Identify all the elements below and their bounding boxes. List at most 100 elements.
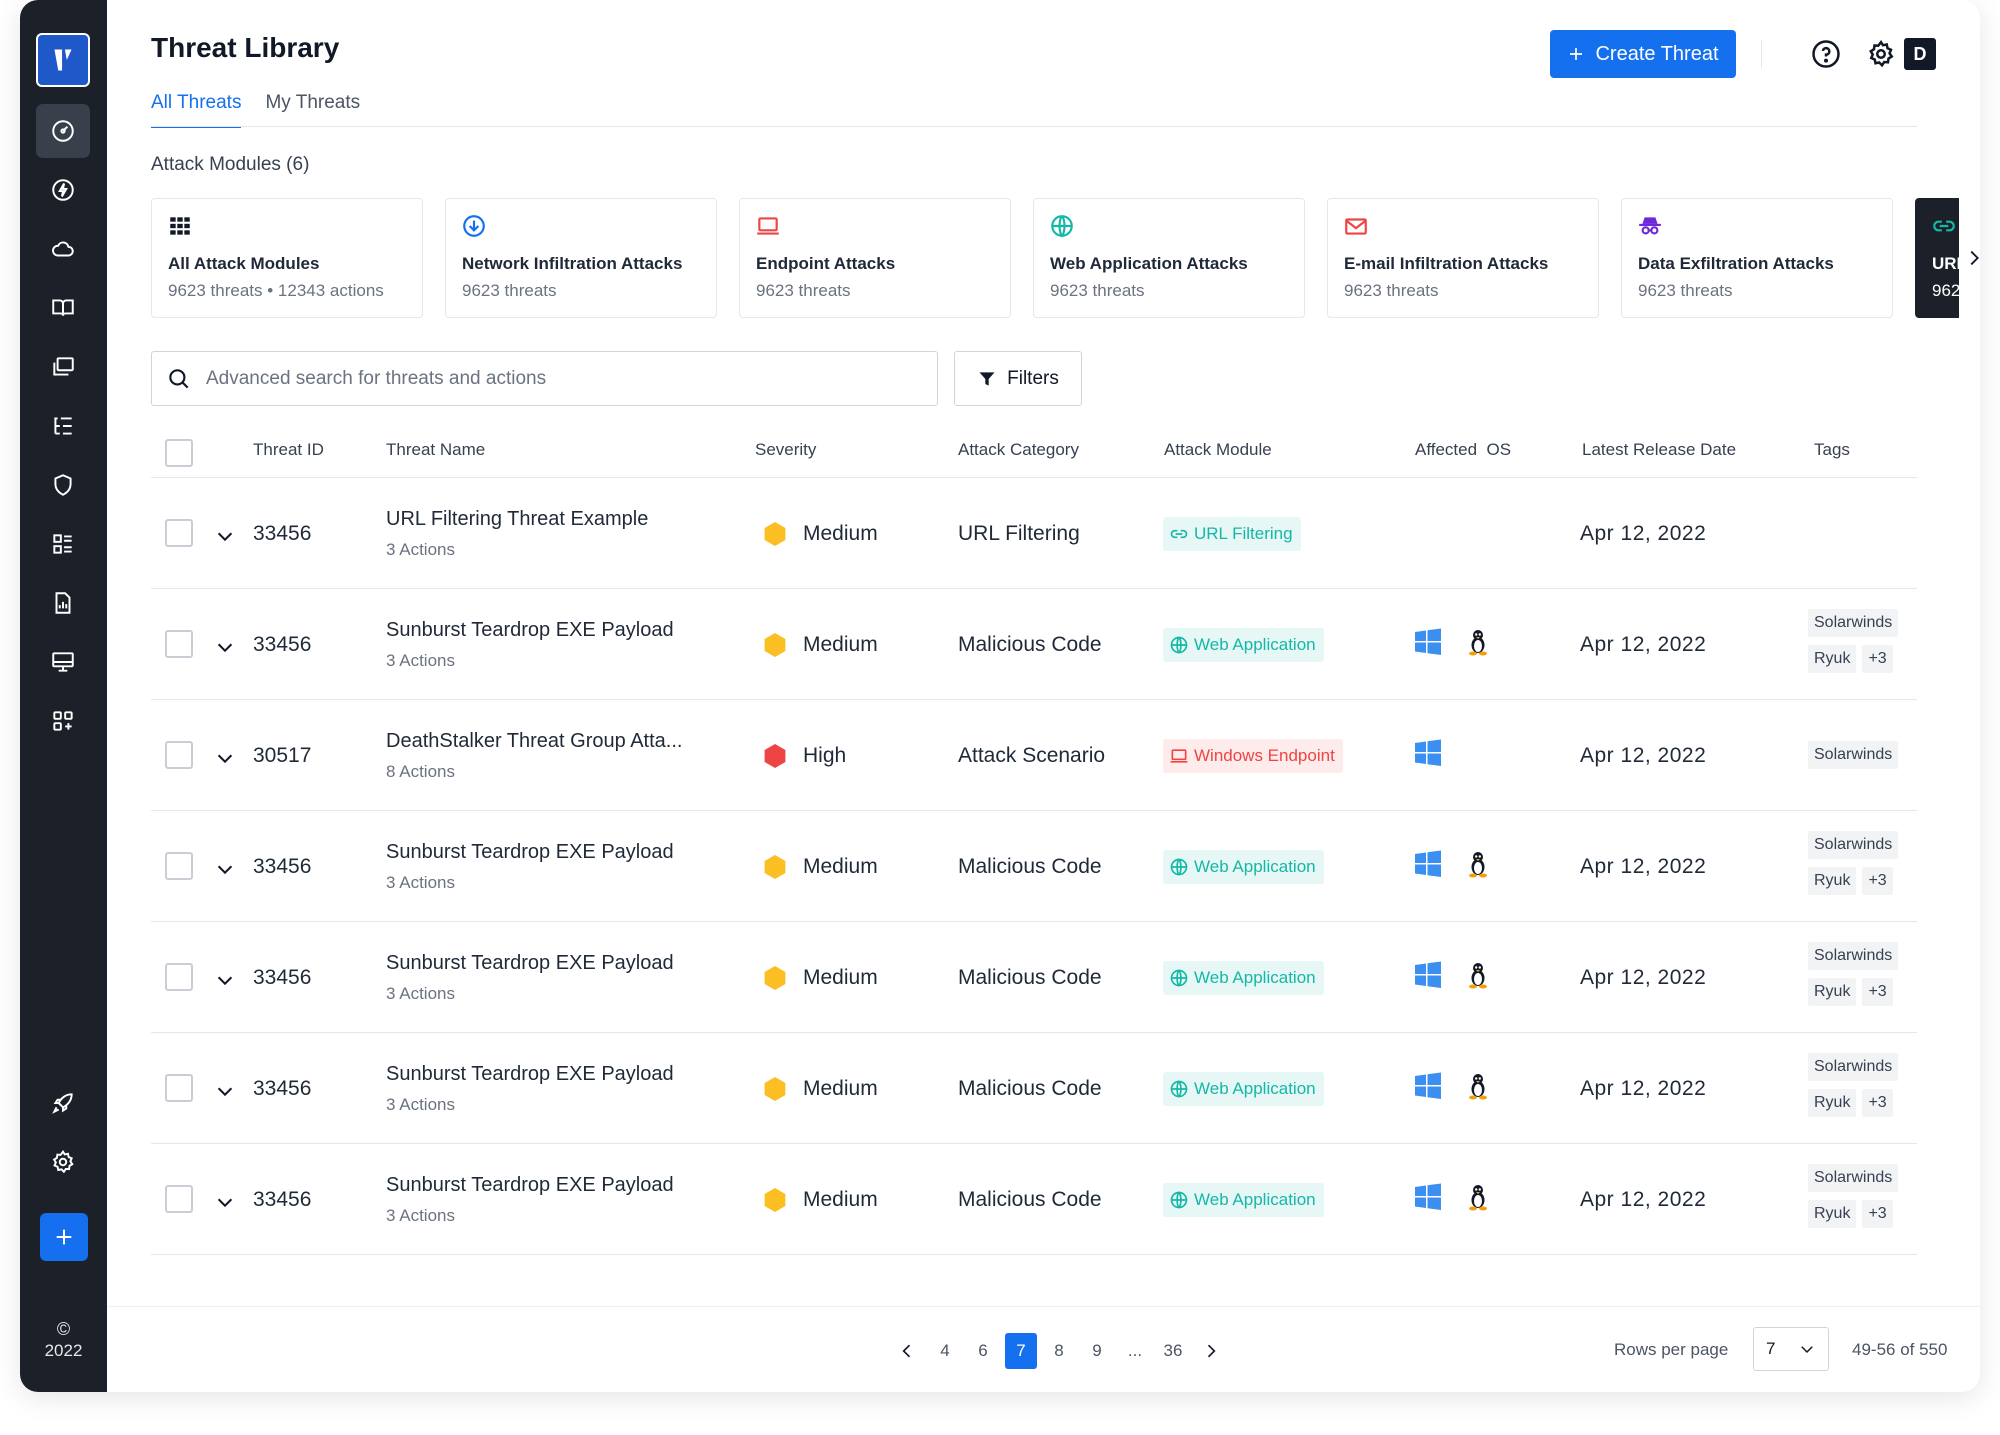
- row-checkbox[interactable]: [165, 852, 193, 880]
- search-input[interactable]: [206, 367, 906, 390]
- attack-module-badge[interactable]: Web Application: [1163, 1072, 1324, 1106]
- next-page-button[interactable]: [1192, 1333, 1230, 1369]
- tag[interactable]: Solarwinds: [1808, 942, 1899, 970]
- table-row[interactable]: 30517 DeathStalker Threat Group Atta... 8 …: [151, 700, 1917, 811]
- sidebar-item-apps[interactable]: [36, 694, 90, 748]
- page-number[interactable]: 36: [1154, 1333, 1192, 1369]
- tab-all-threats[interactable]: All Threats: [151, 90, 242, 128]
- module-card-network[interactable]: Network Infiltration Attacks 9623 threat…: [445, 198, 717, 318]
- module-card-url-filtering[interactable]: URL Filtering 9623 threats: [1915, 198, 1959, 318]
- more-tags[interactable]: +3: [1862, 978, 1893, 1006]
- tag[interactable]: Solarwinds: [1808, 831, 1899, 859]
- more-tags[interactable]: +3: [1862, 867, 1893, 895]
- column-header[interactable]: Tags: [1814, 440, 1850, 460]
- tag[interactable]: Ryuk: [1808, 978, 1857, 1006]
- create-threat-button[interactable]: Create Threat: [1550, 30, 1736, 78]
- tab-my-threats[interactable]: My Threats: [265, 90, 360, 128]
- module-card-endpoint[interactable]: Endpoint Attacks 9623 threats: [739, 198, 1011, 318]
- column-header[interactable]: Attack Category: [958, 440, 1079, 460]
- page-number[interactable]: 9: [1078, 1333, 1116, 1369]
- tag[interactable]: Solarwinds: [1808, 1164, 1899, 1192]
- threat-name[interactable]: DeathStalker Threat Group Atta...: [386, 730, 682, 753]
- column-header[interactable]: Affected OS: [1415, 440, 1511, 460]
- chevron-down-icon[interactable]: [214, 969, 236, 991]
- column-header[interactable]: Attack Module: [1164, 440, 1272, 460]
- row-checkbox[interactable]: [165, 519, 193, 547]
- column-header[interactable]: Threat ID: [253, 440, 324, 460]
- sidebar-item-activity[interactable]: [36, 163, 90, 217]
- attack-module-badge[interactable]: Web Application: [1163, 628, 1324, 662]
- sidebar-item-library[interactable]: [36, 281, 90, 335]
- page-number[interactable]: 8: [1040, 1333, 1078, 1369]
- table-row[interactable]: 33456 Sunburst Teardrop EXE Payload 3 Acti…: [151, 811, 1917, 922]
- help-button[interactable]: [1810, 38, 1842, 70]
- row-checkbox[interactable]: [165, 1185, 193, 1213]
- attack-module-badge[interactable]: Windows Endpoint: [1163, 739, 1343, 773]
- sidebar-item-dashboard[interactable]: [36, 104, 90, 158]
- module-card-web[interactable]: Web Application Attacks 9623 threats: [1033, 198, 1305, 318]
- sidebar-item-modules[interactable]: [36, 517, 90, 571]
- attack-module-badge[interactable]: Web Application: [1163, 1183, 1324, 1217]
- row-checkbox[interactable]: [165, 741, 193, 769]
- module-card-all[interactable]: All Attack Modules 9623 threats • 12343 …: [151, 198, 423, 318]
- rows-per-page-select[interactable]: 7: [1753, 1327, 1829, 1371]
- attack-module-badge[interactable]: Web Application: [1163, 850, 1324, 884]
- row-checkbox[interactable]: [165, 963, 193, 991]
- settings-button[interactable]: [1865, 38, 1897, 70]
- attack-module-badge[interactable]: Web Application: [1163, 961, 1324, 995]
- sidebar-item-reports[interactable]: [36, 576, 90, 630]
- threat-name[interactable]: Sunburst Teardrop EXE Payload: [386, 1174, 674, 1197]
- tag[interactable]: Ryuk: [1808, 867, 1857, 895]
- threat-name[interactable]: Sunburst Teardrop EXE Payload: [386, 952, 674, 975]
- sidebar-item-security[interactable]: [36, 458, 90, 512]
- threat-name[interactable]: Sunburst Teardrop EXE Payload: [386, 841, 674, 864]
- chevron-down-icon[interactable]: [214, 1191, 236, 1213]
- sidebar-item-settings[interactable]: [36, 1135, 90, 1189]
- sidebar-item-monitor[interactable]: [36, 635, 90, 689]
- column-header[interactable]: Latest Release Date: [1582, 440, 1736, 460]
- table-row[interactable]: 33456 URL Filtering Threat Example 3 Actio…: [151, 478, 1917, 589]
- carousel-next-button[interactable]: [1962, 244, 1980, 272]
- tag[interactable]: Ryuk: [1808, 645, 1857, 673]
- chevron-down-icon[interactable]: [214, 747, 236, 769]
- add-button[interactable]: [40, 1213, 88, 1261]
- table-row[interactable]: 33456 Sunburst Teardrop EXE Payload 3 Acti…: [151, 1144, 1917, 1255]
- table-row[interactable]: 33456 Sunburst Teardrop EXE Payload 3 Acti…: [151, 922, 1917, 1033]
- sidebar-item-cloud[interactable]: [36, 222, 90, 276]
- page-number[interactable]: 4: [926, 1333, 964, 1369]
- chevron-down-icon[interactable]: [214, 636, 236, 658]
- select-all-checkbox[interactable]: [165, 439, 193, 467]
- tag[interactable]: Solarwinds: [1808, 609, 1899, 637]
- more-tags[interactable]: +3: [1862, 1200, 1893, 1228]
- app-logo[interactable]: [36, 33, 90, 87]
- filters-button[interactable]: Filters: [954, 351, 1082, 406]
- more-tags[interactable]: +3: [1862, 1089, 1893, 1117]
- threat-name[interactable]: Sunburst Teardrop EXE Payload: [386, 1063, 674, 1086]
- sidebar-item-list[interactable]: [36, 399, 90, 453]
- chevron-down-icon[interactable]: [214, 525, 236, 547]
- page-number[interactable]: 6: [964, 1333, 1002, 1369]
- chevron-down-icon[interactable]: [214, 1080, 236, 1102]
- table-row[interactable]: 33456 Sunburst Teardrop EXE Payload 3 Acti…: [151, 1033, 1917, 1144]
- threat-name[interactable]: Sunburst Teardrop EXE Payload: [386, 619, 674, 642]
- module-card-exfiltration[interactable]: Data Exfiltration Attacks 9623 threats: [1621, 198, 1893, 318]
- sidebar-item-launch[interactable]: [36, 1076, 90, 1130]
- row-checkbox[interactable]: [165, 1074, 193, 1102]
- page-number-current[interactable]: 7: [1005, 1333, 1037, 1369]
- tag[interactable]: Ryuk: [1808, 1089, 1857, 1117]
- table-row[interactable]: 33456 Sunburst Teardrop EXE Payload 3 Acti…: [151, 589, 1917, 700]
- threat-name[interactable]: URL Filtering Threat Example: [386, 508, 648, 531]
- more-tags[interactable]: +3: [1862, 645, 1893, 673]
- attack-module-badge[interactable]: URL Filtering: [1163, 517, 1301, 551]
- chevron-down-icon[interactable]: [214, 858, 236, 880]
- tag[interactable]: Solarwinds: [1808, 1053, 1899, 1081]
- tag[interactable]: Ryuk: [1808, 1200, 1857, 1228]
- column-header[interactable]: Threat Name: [386, 440, 485, 460]
- avatar[interactable]: D: [1904, 38, 1936, 70]
- sidebar-item-gallery[interactable]: [36, 340, 90, 394]
- prev-page-button[interactable]: [888, 1333, 926, 1369]
- column-header[interactable]: Severity: [755, 440, 816, 460]
- module-card-email[interactable]: E-mail Infiltration Attacks 9623 threats: [1327, 198, 1599, 318]
- row-checkbox[interactable]: [165, 630, 193, 658]
- tag[interactable]: Solarwinds: [1808, 741, 1899, 769]
